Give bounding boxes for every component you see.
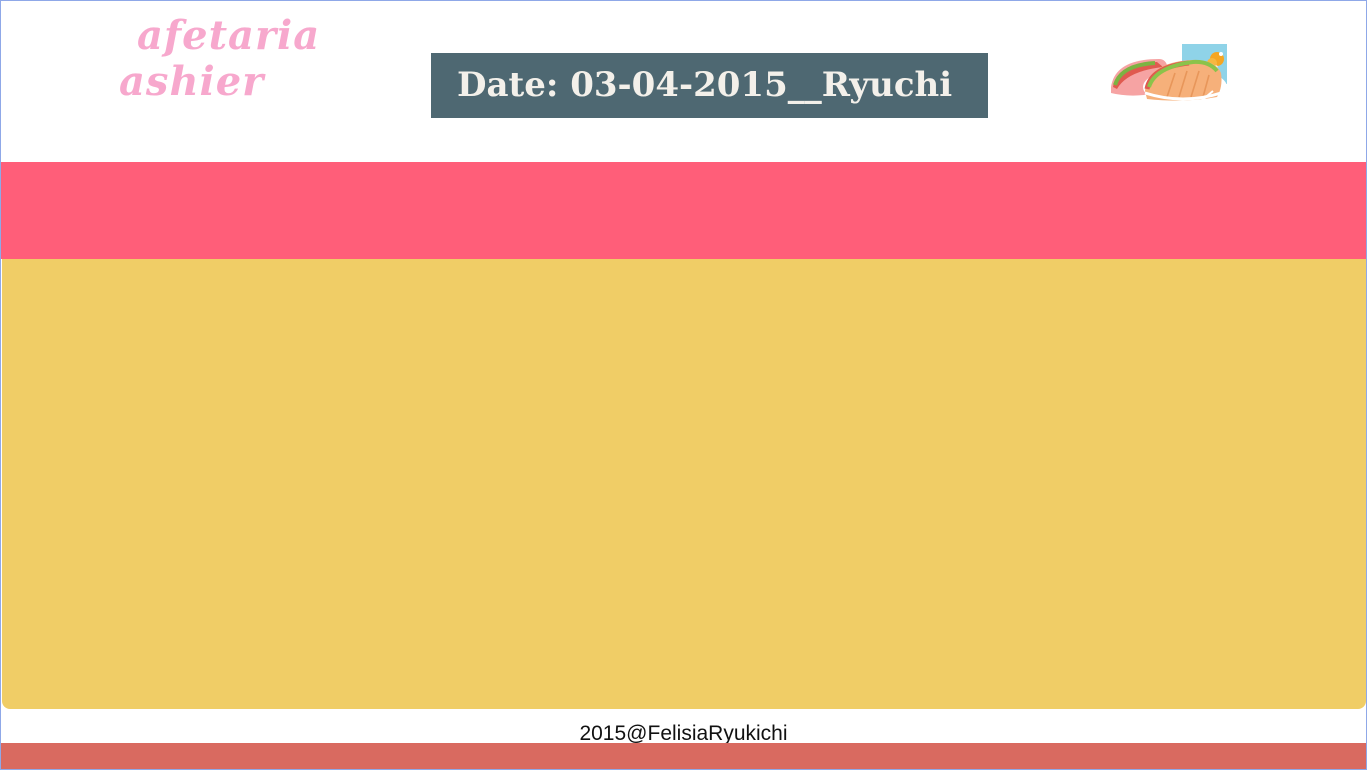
sandwich-food-icon xyxy=(1107,44,1227,105)
header-band xyxy=(1,162,1366,259)
logo-line-1: afetaria xyxy=(137,12,321,59)
logo-line-2: ashier xyxy=(119,58,265,105)
main-content-panel xyxy=(2,259,1366,709)
app-window: afetaria ashier Date: 03-04-2015__Ryuchi… xyxy=(0,0,1367,770)
date-user-banner: Date: 03-04-2015__Ryuchi xyxy=(431,53,988,118)
footer-bar xyxy=(1,743,1366,769)
copyright-label: 2015@FelisiaRyukichi xyxy=(579,722,788,745)
cafetaria-cashier-logo: afetaria ashier xyxy=(119,11,379,111)
